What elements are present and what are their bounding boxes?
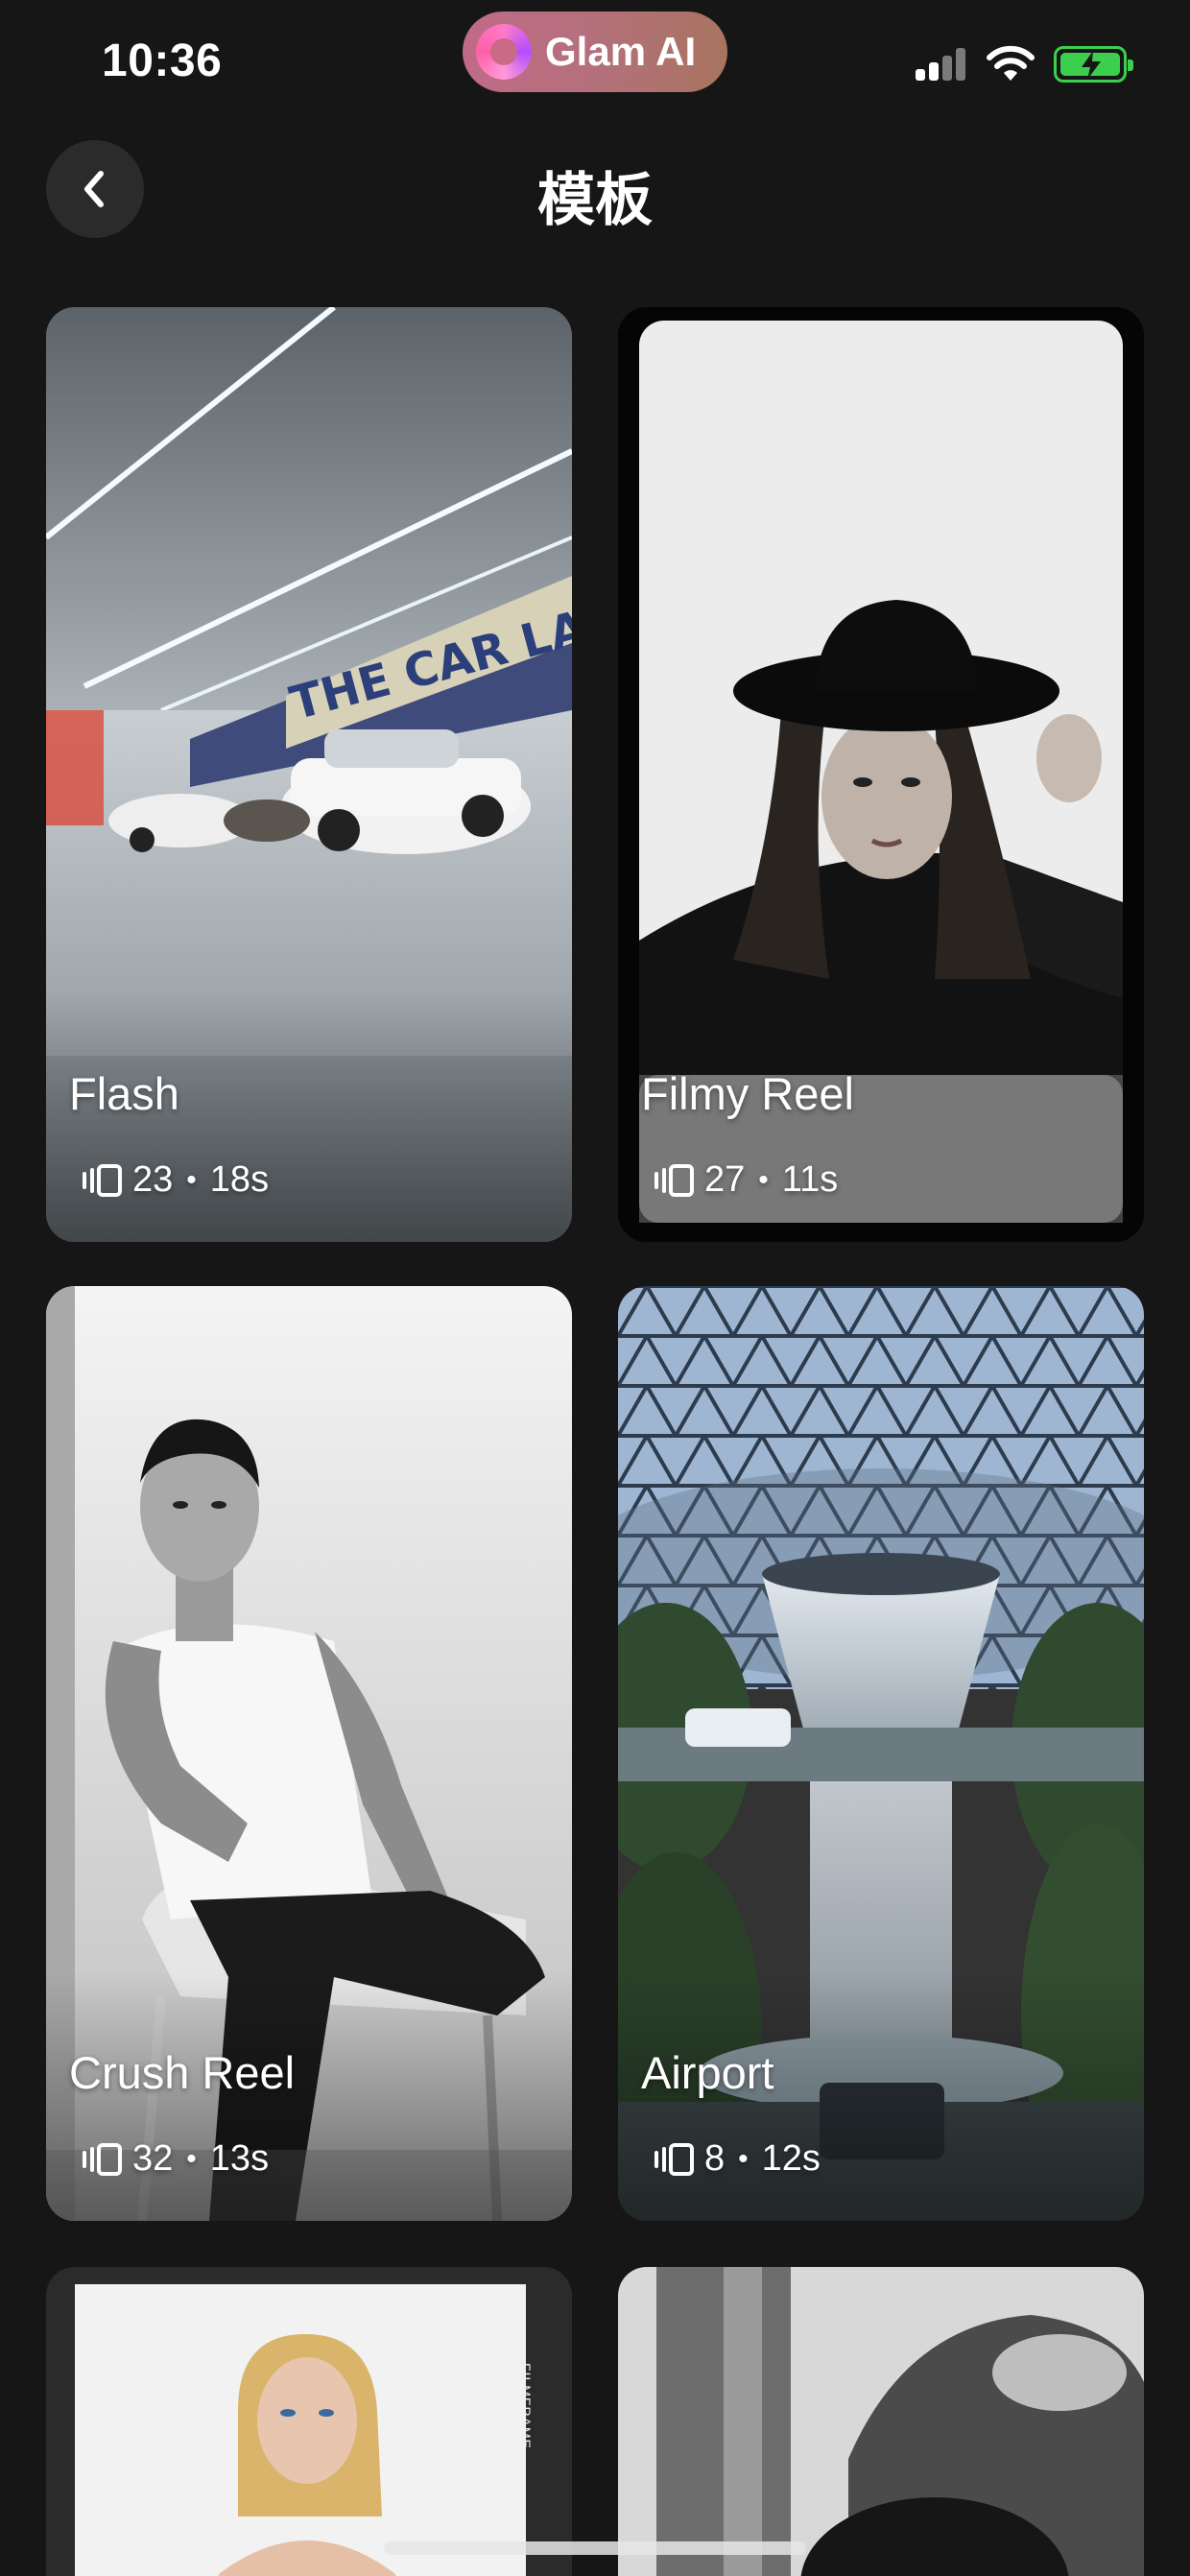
wifi-icon [987, 45, 1035, 81]
template-meta: 32 • 13s [81, 2138, 269, 2180]
templates-screen: 10:36 Glam AI 模板 THE CAR LAB Flash 23 • … [0, 0, 1190, 2576]
meta-separator: • [738, 2142, 749, 2175]
template-card-airport[interactable]: Airport 8 • 12s [618, 1286, 1144, 2221]
template-name: Filmy Reel [641, 1068, 854, 1119]
template-duration: 12s [761, 2138, 821, 2179]
meta-separator: • [186, 1163, 197, 1196]
dynamic-island-app-indicator[interactable]: Glam AI [463, 12, 727, 92]
page-title: 模板 [537, 168, 653, 232]
clip-count: 23 [132, 1159, 174, 1200]
template-card-partial-right[interactable] [618, 2267, 1144, 2576]
meta-separator: • [186, 2142, 197, 2175]
template-duration: 13s [209, 2138, 270, 2179]
template-meta: 27 • 11s [653, 1159, 838, 1201]
template-meta: 23 • 18s [81, 1159, 269, 1201]
template-name: Flash [69, 1068, 179, 1119]
clip-count: 8 [704, 2138, 726, 2179]
clip-count: 32 [132, 2138, 174, 2179]
island-app-name: Glam AI [545, 29, 697, 74]
template-duration: 18s [209, 1159, 270, 1200]
template-name: Crush Reel [69, 2047, 296, 2098]
template-thumbnail-partial-right [618, 2267, 1144, 2576]
home-indicator[interactable] [384, 2541, 806, 2555]
template-duration: 11s [781, 1159, 839, 1200]
clips-icon [83, 1163, 122, 1197]
status-bar: 10:36 Glam AI [0, 0, 1190, 125]
glam-ai-logo-icon [476, 24, 532, 80]
template-name: Airport [641, 2047, 774, 2098]
clips-icon [83, 2142, 122, 2176]
battery-charging-icon [1054, 46, 1133, 83]
clips-icon [654, 2142, 694, 2176]
status-time: 10:36 [102, 36, 223, 86]
clips-icon [654, 1163, 694, 1197]
film-frame-label: FILMFRAME [518, 2363, 534, 2449]
cellular-signal-icon [916, 48, 967, 81]
clip-count: 27 [704, 1159, 746, 1200]
meta-separator: • [758, 1163, 769, 1196]
template-card-filmy-reel[interactable]: Filmy Reel 27 • 11s [618, 307, 1144, 1242]
template-card-crush-reel[interactable]: Crush Reel 32 • 13s [46, 1286, 572, 2221]
template-card-partial-left[interactable]: FILMFRAME [46, 2267, 572, 2576]
template-thumbnail-partial-left [46, 2267, 572, 2576]
template-card-flash[interactable]: THE CAR LAB Flash 23 • 18s [46, 307, 572, 1242]
template-meta: 8 • 12s [653, 2138, 821, 2180]
